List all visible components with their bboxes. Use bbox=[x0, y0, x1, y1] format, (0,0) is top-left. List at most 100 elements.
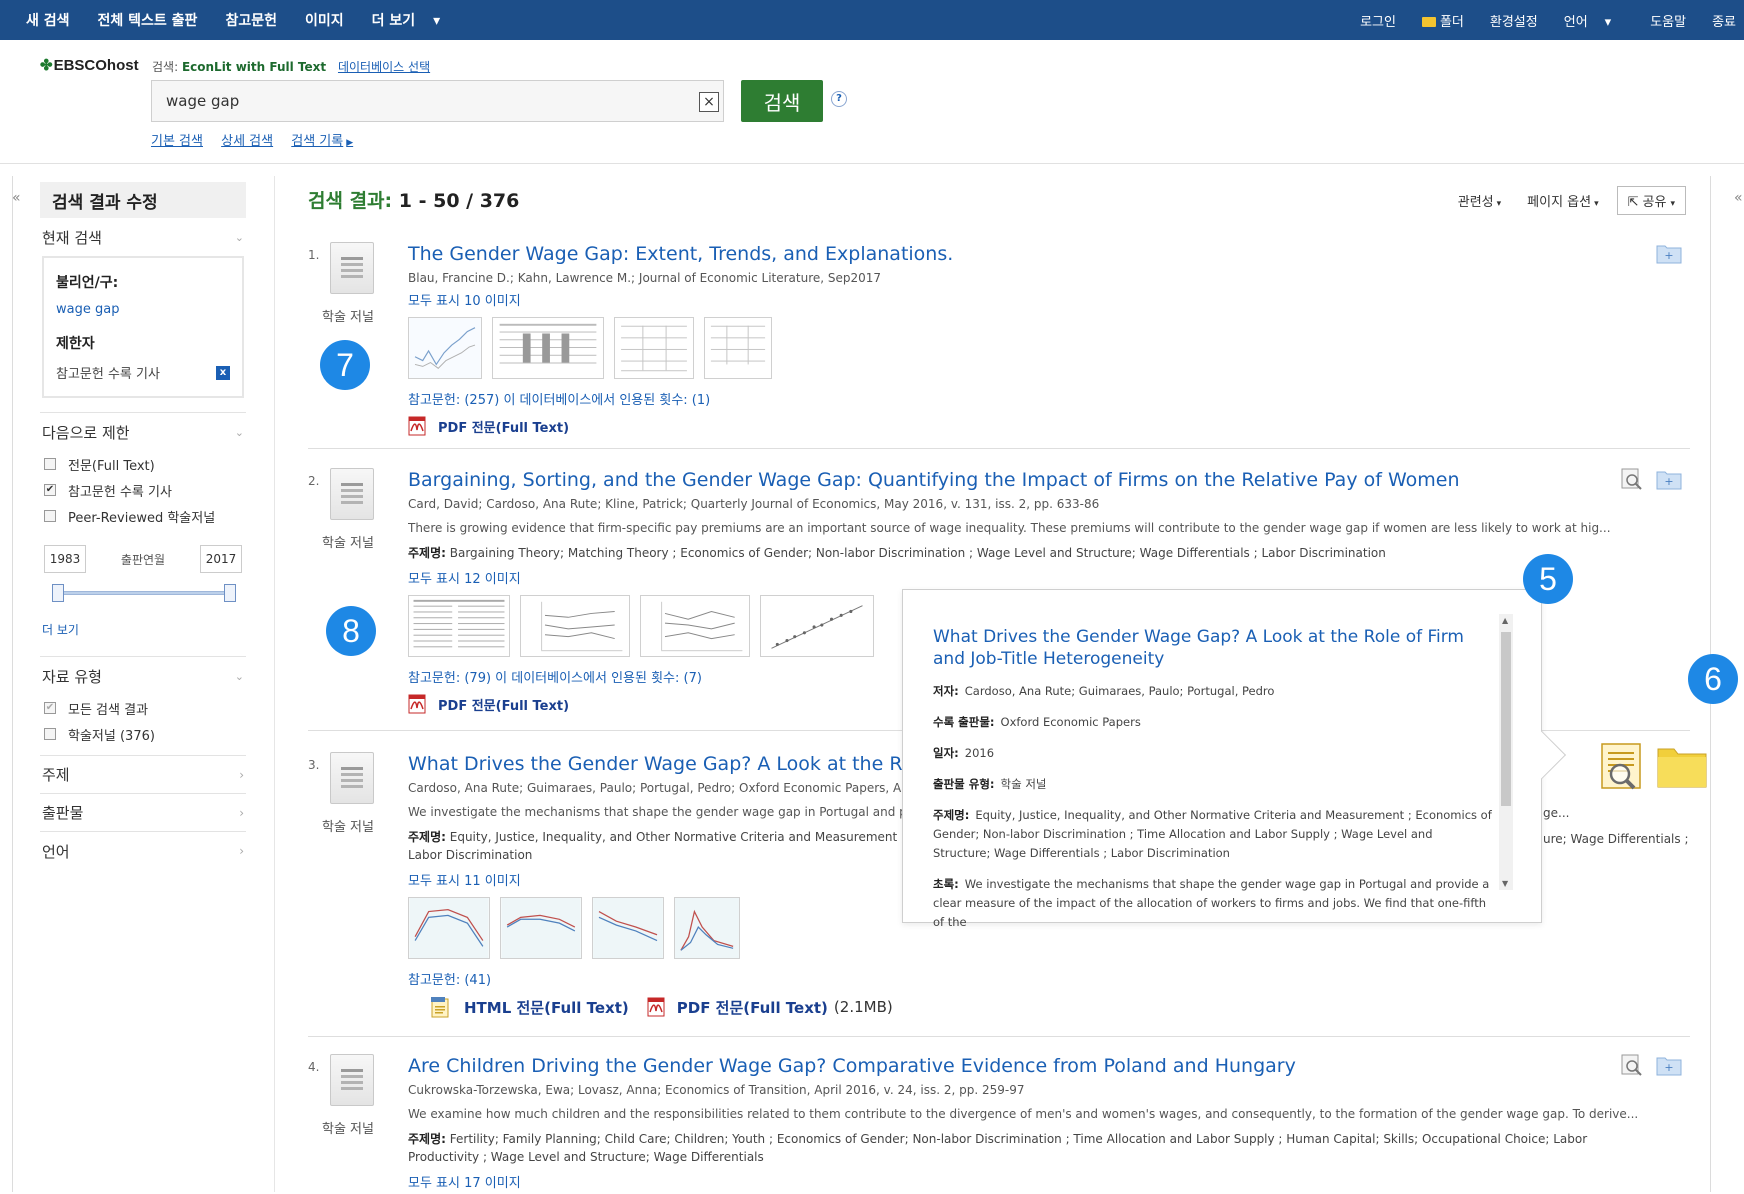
popup-scrollbar[interactable]: ▲ ▼ bbox=[1499, 614, 1513, 890]
checkbox[interactable] bbox=[44, 458, 56, 470]
collapse-right-icon[interactable]: « bbox=[1734, 190, 1743, 206]
chevron-down-icon: ▾ bbox=[1594, 199, 1599, 209]
page-options-label: 페이지 옵션 bbox=[1527, 195, 1592, 210]
image-thumbnail[interactable] bbox=[592, 897, 664, 959]
boolean-value-link[interactable]: wage gap bbox=[56, 302, 230, 317]
nav-language[interactable]: 언어 ▾ bbox=[1551, 11, 1637, 30]
limit-full-text[interactable]: 전문(Full Text) bbox=[40, 451, 246, 477]
search-button[interactable]: 검색 bbox=[741, 80, 823, 122]
top-navigation-bar: 새 검색 전체 텍스트 출판 참고문헌 이미지 더 보기 ▾ 로그인 폴더 환경설… bbox=[0, 0, 1744, 40]
result-count: 검색 결과: 1 - 50 / 376 bbox=[308, 186, 519, 213]
nav-new-search[interactable]: 새 검색 bbox=[0, 10, 84, 30]
scroll-down-icon[interactable]: ▼ bbox=[1502, 879, 1508, 888]
facet-subject[interactable]: 주제 › bbox=[40, 756, 246, 794]
add-to-folder-icon[interactable]: + bbox=[1656, 1054, 1682, 1076]
source-academic-journals[interactable]: 학술저널 (376) bbox=[40, 721, 246, 747]
image-thumbnail[interactable] bbox=[492, 317, 604, 379]
nav-exit[interactable]: 종료 bbox=[1699, 11, 1744, 30]
pdf-full-text-link[interactable]: PDF 전문(Full Text) bbox=[408, 416, 1653, 436]
subjects-label: 주제명: bbox=[408, 1132, 446, 1146]
show-all-images-link[interactable]: 모두 표시 10 이미지 bbox=[408, 290, 1653, 309]
pdf-icon[interactable] bbox=[647, 997, 665, 1017]
search-input[interactable] bbox=[152, 92, 672, 110]
folder-large-icon[interactable] bbox=[1656, 743, 1708, 789]
show-more-link[interactable]: 더 보기 bbox=[42, 621, 246, 638]
pdf-full-text-link[interactable]: PDF 전문(Full Text) bbox=[677, 997, 828, 1018]
nav-more[interactable]: 더 보기 ▾ bbox=[358, 10, 469, 30]
nav-login[interactable]: 로그인 bbox=[1347, 11, 1409, 30]
limit-references[interactable]: ✔ 참고문헌 수록 기사 bbox=[40, 477, 246, 503]
scroll-up-icon[interactable]: ▲ bbox=[1502, 616, 1508, 625]
journal-doc-icon[interactable] bbox=[330, 468, 374, 520]
result-title-link[interactable]: The Gender Wage Gap: Extent, Trends, and… bbox=[408, 242, 1653, 266]
advanced-search-link[interactable]: 상세 검색 bbox=[221, 134, 273, 149]
subjects-label: 주제명: bbox=[408, 830, 446, 844]
nav-help[interactable]: 도움말 bbox=[1637, 11, 1699, 30]
result-title-link[interactable]: Bargaining, Sorting, and the Gender Wage… bbox=[408, 468, 1653, 492]
add-to-folder-icon[interactable]: + bbox=[1656, 242, 1682, 264]
search-history-label: 검색 기록 bbox=[291, 134, 344, 149]
preview-icon[interactable] bbox=[1620, 468, 1646, 490]
result-index: 2. bbox=[308, 474, 320, 488]
references-count-link[interactable]: 참고문헌: (41) bbox=[408, 969, 1653, 988]
date-from-field[interactable]: 1983 bbox=[44, 545, 86, 573]
source-all-results[interactable]: ✔ 모든 검색 결과 bbox=[40, 695, 246, 721]
limit-peer-reviewed[interactable]: Peer-Reviewed 학술저널 bbox=[40, 503, 246, 529]
facet-language[interactable]: 언어 › bbox=[40, 832, 246, 870]
journal-doc-icon[interactable] bbox=[330, 1054, 374, 1106]
nav-preferences[interactable]: 환경설정 bbox=[1477, 11, 1551, 30]
checkbox[interactable] bbox=[44, 510, 56, 522]
checkbox-checked[interactable]: ✔ bbox=[44, 702, 56, 714]
journal-doc-icon[interactable] bbox=[330, 752, 374, 804]
checkbox[interactable] bbox=[44, 728, 56, 740]
image-thumbnail[interactable] bbox=[500, 897, 582, 959]
add-to-folder-icon[interactable]: + bbox=[1656, 468, 1682, 490]
preview-icon[interactable] bbox=[1620, 1054, 1646, 1076]
html-full-text-link[interactable]: HTML 전문(Full Text) bbox=[464, 997, 629, 1018]
facet-publication[interactable]: 출판물 › bbox=[40, 794, 246, 832]
facet-publication-label: 출판물 bbox=[42, 804, 84, 822]
checkbox-checked[interactable]: ✔ bbox=[44, 484, 56, 496]
slider-handle-end[interactable] bbox=[224, 584, 236, 602]
collapse-left-icon[interactable]: « bbox=[12, 190, 21, 206]
ebscohost-logo[interactable]: ✤EBSCOhost bbox=[40, 56, 139, 74]
nav-references[interactable]: 참고문헌 bbox=[211, 10, 291, 30]
nav-images[interactable]: 이미지 bbox=[291, 10, 358, 30]
basic-search-link[interactable]: 기본 검색 bbox=[151, 134, 203, 149]
html-full-text-icon[interactable] bbox=[430, 996, 452, 1018]
journal-doc-icon[interactable] bbox=[330, 242, 374, 294]
image-thumbnail[interactable] bbox=[674, 897, 740, 959]
references-count-link[interactable]: 참고문헌: (257) 이 데이터베이스에서 인용된 횟수: (1) bbox=[408, 389, 1653, 408]
remove-limiter-icon[interactable]: x bbox=[216, 365, 230, 380]
preview-large-icon[interactable] bbox=[1598, 742, 1650, 790]
slider-handle-start[interactable] bbox=[52, 584, 64, 602]
page-options-dropdown[interactable]: 페이지 옵션 ▾ bbox=[1527, 191, 1598, 210]
date-range-slider[interactable] bbox=[52, 583, 236, 603]
image-thumbnail[interactable] bbox=[704, 317, 772, 379]
image-thumbnail[interactable] bbox=[408, 897, 490, 959]
choose-databases-link[interactable]: 데이터베이스 선택 bbox=[338, 60, 430, 74]
image-thumbnail[interactable] bbox=[760, 595, 874, 657]
image-thumbnail[interactable] bbox=[614, 317, 694, 379]
date-to-field[interactable]: 2017 bbox=[199, 545, 242, 573]
limit-to-header[interactable]: 다음으로 제한 ⌄ bbox=[40, 413, 246, 451]
result-title-link[interactable]: Are Children Driving the Gender Wage Gap… bbox=[408, 1054, 1653, 1078]
show-all-images-link[interactable]: 모두 표시 17 이미지 bbox=[408, 1172, 1653, 1191]
clear-search-icon[interactable]: × bbox=[699, 92, 719, 112]
line-chart-thumb-graphic bbox=[521, 596, 629, 656]
scrollbar-thumb[interactable] bbox=[1501, 632, 1511, 806]
search-history-link[interactable]: 검색 기록 ▶ bbox=[291, 134, 353, 149]
image-thumbnail[interactable] bbox=[408, 595, 510, 657]
help-icon[interactable]: ? bbox=[831, 91, 847, 107]
nav-full-text-publications[interactable]: 전체 텍스트 출판 bbox=[84, 10, 212, 30]
image-thumbnail[interactable] bbox=[640, 595, 750, 657]
show-all-images-link[interactable]: 모두 표시 12 이미지 bbox=[408, 568, 1653, 587]
nav-folder[interactable]: 폴더 bbox=[1409, 11, 1477, 30]
source-type-header[interactable]: 자료 유형 ⌄ bbox=[40, 657, 246, 695]
current-search-header[interactable]: 현재 검색 ⌄ bbox=[40, 218, 246, 256]
popup-title-link[interactable]: What Drives the Gender Wage Gap? A Look … bbox=[933, 626, 1493, 670]
sort-dropdown[interactable]: 관련성 ▾ bbox=[1458, 191, 1501, 210]
image-thumbnail[interactable] bbox=[520, 595, 630, 657]
share-button[interactable]: ⇱ 공유 ▾ bbox=[1616, 186, 1686, 215]
image-thumbnail[interactable] bbox=[408, 317, 482, 379]
